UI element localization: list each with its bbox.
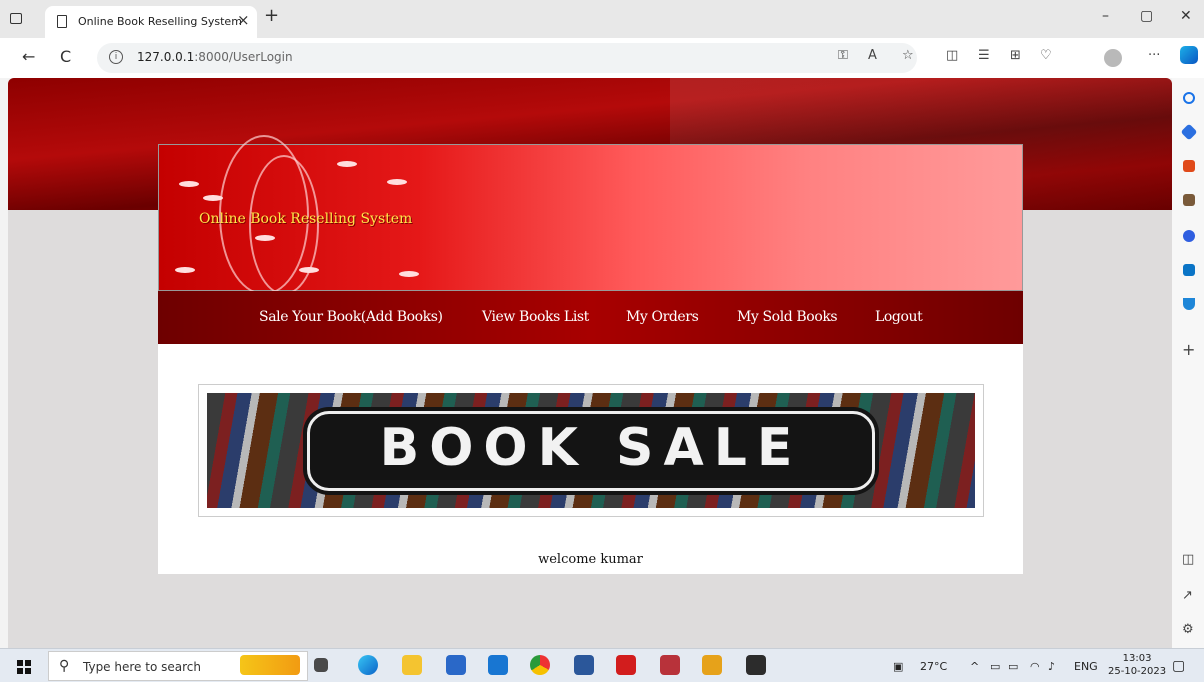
collections-icon[interactable]: ⊞ [1010, 48, 1021, 63]
split-screen-icon[interactable]: ◫ [946, 48, 958, 63]
banner-heart [179, 181, 199, 187]
python-icon[interactable] [702, 655, 722, 675]
address-toolbar: ← C i 127.0.0.1:8000/UserLogin [0, 38, 1204, 78]
browser-tab[interactable]: Online Book Reselling System × [45, 6, 257, 38]
favorite-star-icon[interactable]: ☆ [902, 48, 914, 63]
book-sale-banner: BOOK SALE [207, 393, 975, 508]
minimize-icon[interactable]: – [1102, 8, 1109, 24]
search-icon: ⚲ [59, 658, 70, 674]
edge-taskbar-icon[interactable] [358, 655, 378, 675]
tab-strip: Online Book Reselling System × + – ▢ ✕ [0, 0, 1204, 38]
search-placeholder: Type here to search [83, 660, 201, 674]
windows-start-icon[interactable] [17, 660, 31, 674]
tray-app-icon[interactable]: ▭ [990, 660, 1000, 673]
tab-close-icon[interactable]: × [237, 11, 250, 29]
menu-my-orders[interactable]: My Orders [626, 309, 699, 325]
site-banner: Online Book Reselling System [158, 135, 1023, 295]
book-sale-plate: BOOK SALE [307, 411, 875, 491]
mail-icon[interactable] [488, 655, 508, 675]
banner-heart [387, 179, 407, 185]
page-viewport: Online Book Reselling System Sale Your B… [8, 78, 1172, 648]
site-title: Online Book Reselling System [199, 211, 413, 227]
word-icon[interactable] [574, 655, 594, 675]
banner-heart [175, 267, 195, 273]
restore-icon[interactable]: ▢ [1140, 8, 1153, 24]
clock[interactable]: 13:03 25-10-2023 [1108, 652, 1166, 678]
banner-heart [203, 195, 223, 201]
page-icon [57, 15, 67, 28]
weather-temp[interactable]: 27°C [920, 660, 947, 673]
sidebar-panel-icon[interactable]: ◫ [1182, 552, 1194, 567]
banner-heart [337, 161, 357, 167]
store-icon[interactable] [446, 655, 466, 675]
browser-essentials-icon[interactable]: ♡ [1040, 48, 1052, 63]
wifi-icon[interactable]: ◠ [1030, 660, 1040, 673]
banner-heart [299, 267, 319, 273]
sidebar-tools-icon[interactable] [1183, 160, 1195, 172]
menu-view-books-list[interactable]: View Books List [482, 309, 589, 325]
new-tab-icon[interactable]: + [264, 5, 279, 26]
banner-heart [255, 235, 275, 241]
tab-actions-icon[interactable] [10, 13, 22, 24]
profile-avatar-icon[interactable] [1104, 49, 1122, 67]
weather-icon[interactable]: ▣ [893, 660, 903, 673]
sidebar-open-external-icon[interactable]: ↗ [1182, 588, 1193, 603]
sidebar-search-icon[interactable] [1183, 92, 1195, 104]
app-icon[interactable] [660, 655, 680, 675]
sidebar-office-icon[interactable] [1183, 230, 1195, 242]
taskbar: ⚲ Type here to search [0, 648, 1204, 682]
tray-battery-icon[interactable]: ▭ [1008, 660, 1018, 673]
file-explorer-icon[interactable] [402, 655, 422, 675]
sidebar-outlook-icon[interactable] [1183, 264, 1195, 276]
task-view-icon[interactable] [314, 658, 328, 672]
clock-time: 13:03 [1122, 653, 1152, 664]
welcome-message: welcome kumar [538, 552, 643, 567]
main-menu: Sale Your Book(Add Books) View Books Lis… [158, 291, 1023, 344]
chrome-icon[interactable] [530, 655, 550, 675]
site-container: Online Book Reselling System Sale Your B… [158, 135, 1023, 574]
back-icon[interactable]: ← [22, 47, 35, 66]
copilot-icon[interactable] [1180, 46, 1198, 64]
volume-icon[interactable]: ♪ [1048, 660, 1055, 673]
menu-logout[interactable]: Logout [875, 309, 923, 325]
more-menu-icon[interactable]: ··· [1148, 48, 1160, 63]
terminal-icon[interactable] [746, 655, 766, 675]
tab-title: Online Book Reselling System [78, 15, 242, 28]
favorites-icon[interactable]: ☰ [978, 48, 990, 63]
clock-date: 25-10-2023 [1108, 666, 1167, 677]
notifications-icon[interactable]: ▢ [1172, 658, 1185, 674]
book-sale-banner-frame: BOOK SALE [198, 384, 984, 517]
url-text: 127.0.0.1:8000/UserLogin [137, 50, 293, 64]
language-indicator[interactable]: ENG [1074, 660, 1098, 673]
book-sale-text: BOOK SALE [379, 418, 803, 478]
close-window-icon[interactable]: ✕ [1180, 8, 1192, 24]
banner-heart [399, 271, 419, 277]
password-key-icon[interactable]: ⚿ [838, 48, 848, 63]
sidebar-drop-icon[interactable] [1183, 298, 1195, 310]
menu-sale-your-book[interactable]: Sale Your Book(Add Books) [259, 309, 443, 325]
sidebar-add-icon[interactable]: + [1182, 340, 1195, 359]
menu-my-sold-books[interactable]: My Sold Books [737, 309, 838, 325]
read-aloud-icon[interactable]: A [868, 48, 877, 63]
site-info-icon[interactable]: i [109, 50, 123, 64]
url-field[interactable]: i 127.0.0.1:8000/UserLogin [97, 43, 917, 73]
sidebar-games-icon[interactable] [1183, 194, 1195, 206]
tray-chevron-icon[interactable]: ^ [970, 660, 979, 673]
search-highlight-icon[interactable] [240, 655, 300, 675]
sidebar-settings-icon[interactable]: ⚙ [1182, 622, 1194, 637]
acrobat-icon[interactable] [616, 655, 636, 675]
reload-icon[interactable]: C [60, 47, 71, 66]
